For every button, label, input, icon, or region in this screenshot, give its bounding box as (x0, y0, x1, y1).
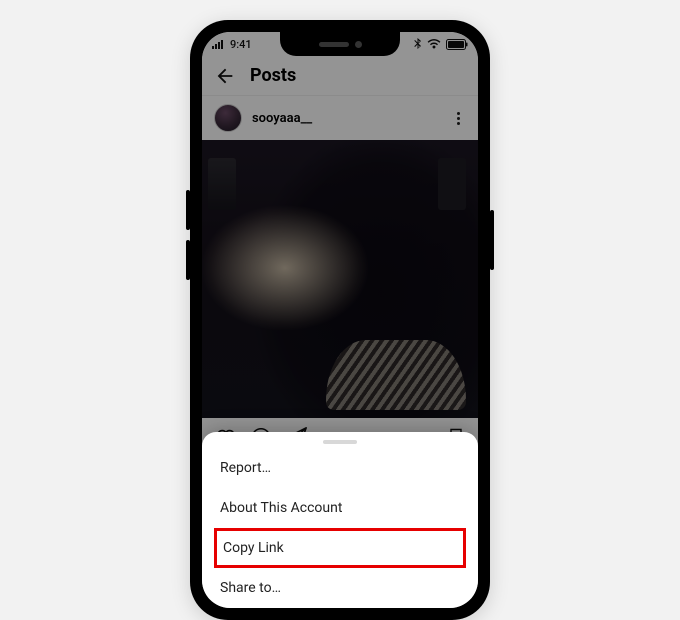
signal-icon (212, 39, 226, 49)
app-header: Posts (202, 56, 478, 96)
phone-frame: 9:41 Posts sooyaaa (190, 20, 490, 620)
bluetooth-icon (414, 38, 422, 50)
wifi-icon (427, 39, 441, 49)
battery-icon (446, 39, 468, 50)
phone-side-button (186, 190, 190, 230)
sheet-drag-handle[interactable] (323, 440, 357, 444)
more-options-button[interactable] (451, 106, 466, 131)
page-title: Posts (250, 65, 296, 86)
sheet-item-label: Copy Link (223, 540, 284, 556)
post-username[interactable]: sooyaaa__ (252, 111, 441, 126)
post-image[interactable] (202, 140, 478, 418)
phone-side-button (186, 240, 190, 280)
sheet-item-report[interactable]: Report… (202, 448, 478, 488)
sheet-item-share-to[interactable]: Share to… (202, 568, 478, 608)
sheet-item-about-account[interactable]: About This Account (202, 488, 478, 528)
post-header: sooyaaa__ (202, 96, 478, 140)
bottom-sheet: Report… About This Account Copy Link Sha… (202, 432, 478, 608)
screen: 9:41 Posts sooyaaa (202, 32, 478, 608)
notch (280, 32, 400, 56)
sheet-item-label: Report… (220, 460, 271, 476)
sheet-item-label: About This Account (220, 500, 342, 516)
back-arrow-icon[interactable] (214, 65, 236, 87)
phone-side-button (490, 210, 494, 270)
status-time: 9:41 (230, 38, 252, 51)
sheet-item-label: Share to… (220, 580, 281, 596)
avatar[interactable] (214, 104, 242, 132)
sheet-item-copy-link[interactable]: Copy Link (214, 528, 466, 568)
